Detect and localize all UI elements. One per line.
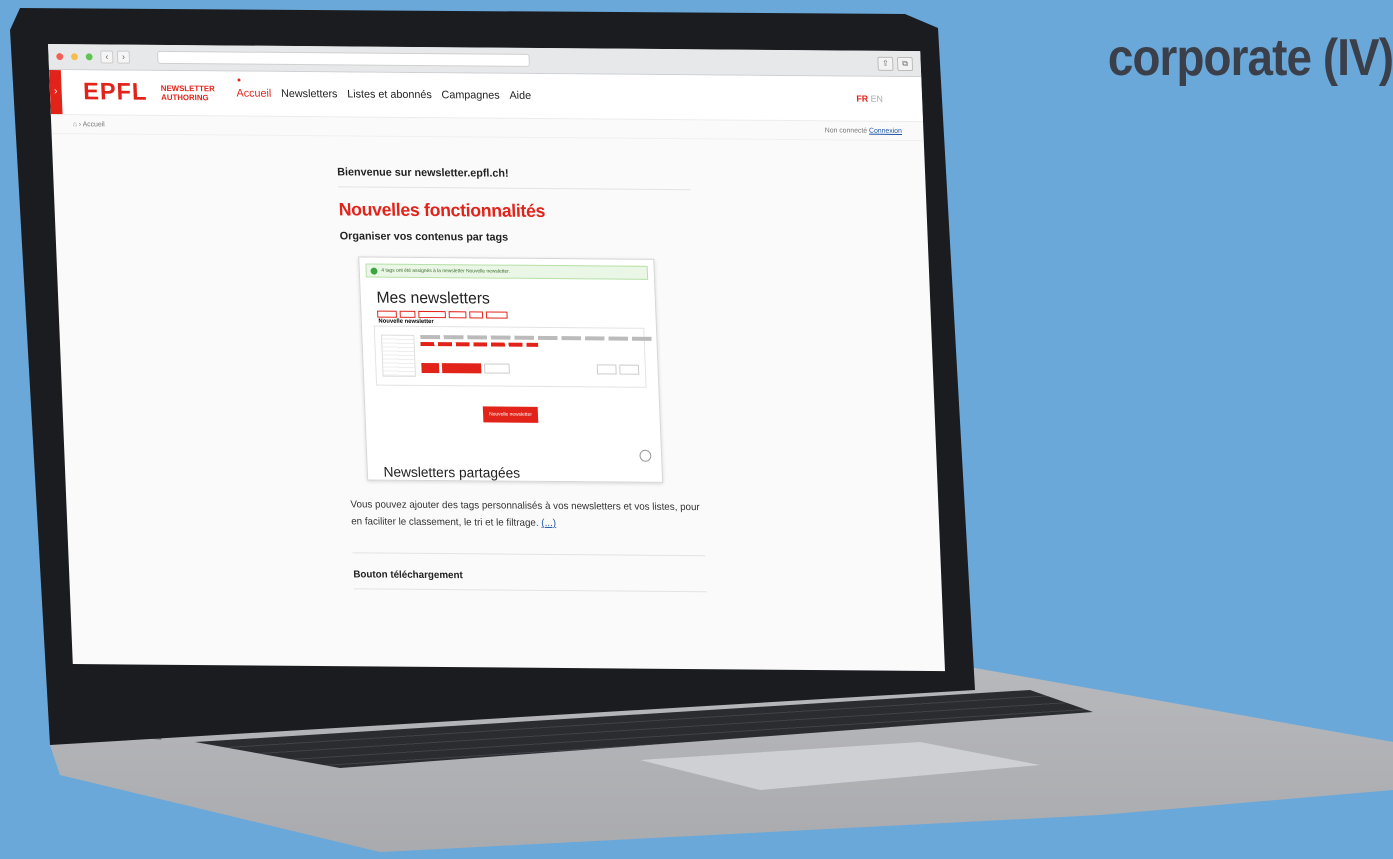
section-tags-title: Organiser vos contenus par tags: [339, 230, 509, 244]
card-tags: [420, 341, 539, 347]
app-name-line2: AUTHORING: [160, 92, 209, 103]
card-secondary-actions: [596, 364, 640, 375]
newsletter-card: Nouvelle newsletter: [373, 318, 656, 388]
home-icon[interactable]: ⌂: [73, 121, 77, 128]
forward-button[interactable]: ›: [116, 50, 131, 64]
site-header: › EPFL NEWSLETTER AUTHORING Accueil News…: [49, 70, 924, 123]
side-menu-toggle[interactable]: ›: [49, 70, 63, 115]
divider: [352, 552, 706, 557]
tabs-icon[interactable]: ⧉: [896, 56, 914, 71]
address-bar[interactable]: [157, 50, 530, 67]
share-icon[interactable]: ⇪: [877, 56, 894, 71]
nav-aide[interactable]: Aide: [509, 90, 531, 102]
breadcrumb[interactable]: › Accueil: [79, 121, 105, 128]
duplicate-button: [596, 364, 617, 375]
card-actions: [421, 362, 510, 374]
lang-en[interactable]: EN: [870, 94, 883, 104]
edit-button: [421, 362, 440, 374]
login-status: Non connecté Connexion: [825, 127, 902, 135]
screenshot-title: Mes newsletters: [376, 289, 491, 308]
section-download-title: Bouton téléchargement: [353, 569, 707, 593]
send-button: [441, 363, 482, 374]
minimize-window-icon[interactable]: [70, 53, 79, 61]
laptop: ‹ › ⇪ ⧉ › EPFL NEWSLETTER AUTHORING Accu…: [0, 0, 1393, 859]
feature-screenshot: 4 tags ont été assignés à la newsletter …: [358, 256, 664, 483]
shared-newsletters-title: Newsletters partagées: [383, 463, 521, 481]
welcome-text: Bienvenue sur newsletter.epfl.ch!: [337, 166, 691, 191]
app-name: NEWSLETTER AUTHORING: [161, 84, 216, 102]
maximize-window-icon[interactable]: [85, 53, 93, 61]
scroll-indicator-icon: [639, 449, 652, 462]
nav-newsletters[interactable]: Newsletters: [281, 88, 338, 100]
description-text: Vous pouvez ajouter des tags personnalis…: [350, 499, 700, 529]
archive-button: [619, 364, 640, 375]
main-content: Bienvenue sur newsletter.epfl.ch! Nouvel…: [337, 166, 707, 593]
epfl-logo[interactable]: EPFL: [83, 78, 148, 107]
language-switcher: FR EN: [856, 94, 883, 104]
new-features-heading: Nouvelles fonctionnalités: [338, 199, 546, 222]
lang-fr[interactable]: FR: [856, 94, 868, 104]
share-button: [484, 363, 510, 374]
nav-campagnes[interactable]: Campagnes: [441, 89, 500, 101]
app-name-line1: NEWSLETTER: [160, 83, 216, 94]
main-nav: Accueil Newsletters Listes et abonnés Ca…: [236, 88, 531, 102]
card-meta: [420, 334, 656, 341]
feature-description: Vous pouvez ajouter des tags personnalis…: [350, 496, 704, 533]
newsletter-thumbnail: [380, 334, 416, 377]
alert-text: 4 tags ont été assignés à la newsletter …: [381, 267, 511, 275]
back-button[interactable]: ‹: [100, 50, 114, 64]
login-text: Non connecté: [824, 126, 868, 135]
tag-filters: [377, 310, 656, 319]
login-link[interactable]: Connexion: [869, 127, 902, 134]
nav-listes[interactable]: Listes et abonnés: [347, 88, 432, 101]
read-more-link[interactable]: (...): [541, 518, 556, 529]
close-window-icon[interactable]: [56, 53, 64, 61]
success-alert: 4 tags ont été assignés à la newsletter …: [365, 263, 649, 280]
new-newsletter-button: Nouvelle newsletter: [482, 406, 539, 423]
check-icon: [370, 267, 378, 275]
card-title: Nouvelle newsletter: [378, 318, 434, 326]
nav-accueil[interactable]: Accueil: [236, 88, 271, 100]
browser-window: ‹ › ⇪ ⧉ › EPFL NEWSLETTER AUTHORING Accu…: [48, 44, 945, 672]
